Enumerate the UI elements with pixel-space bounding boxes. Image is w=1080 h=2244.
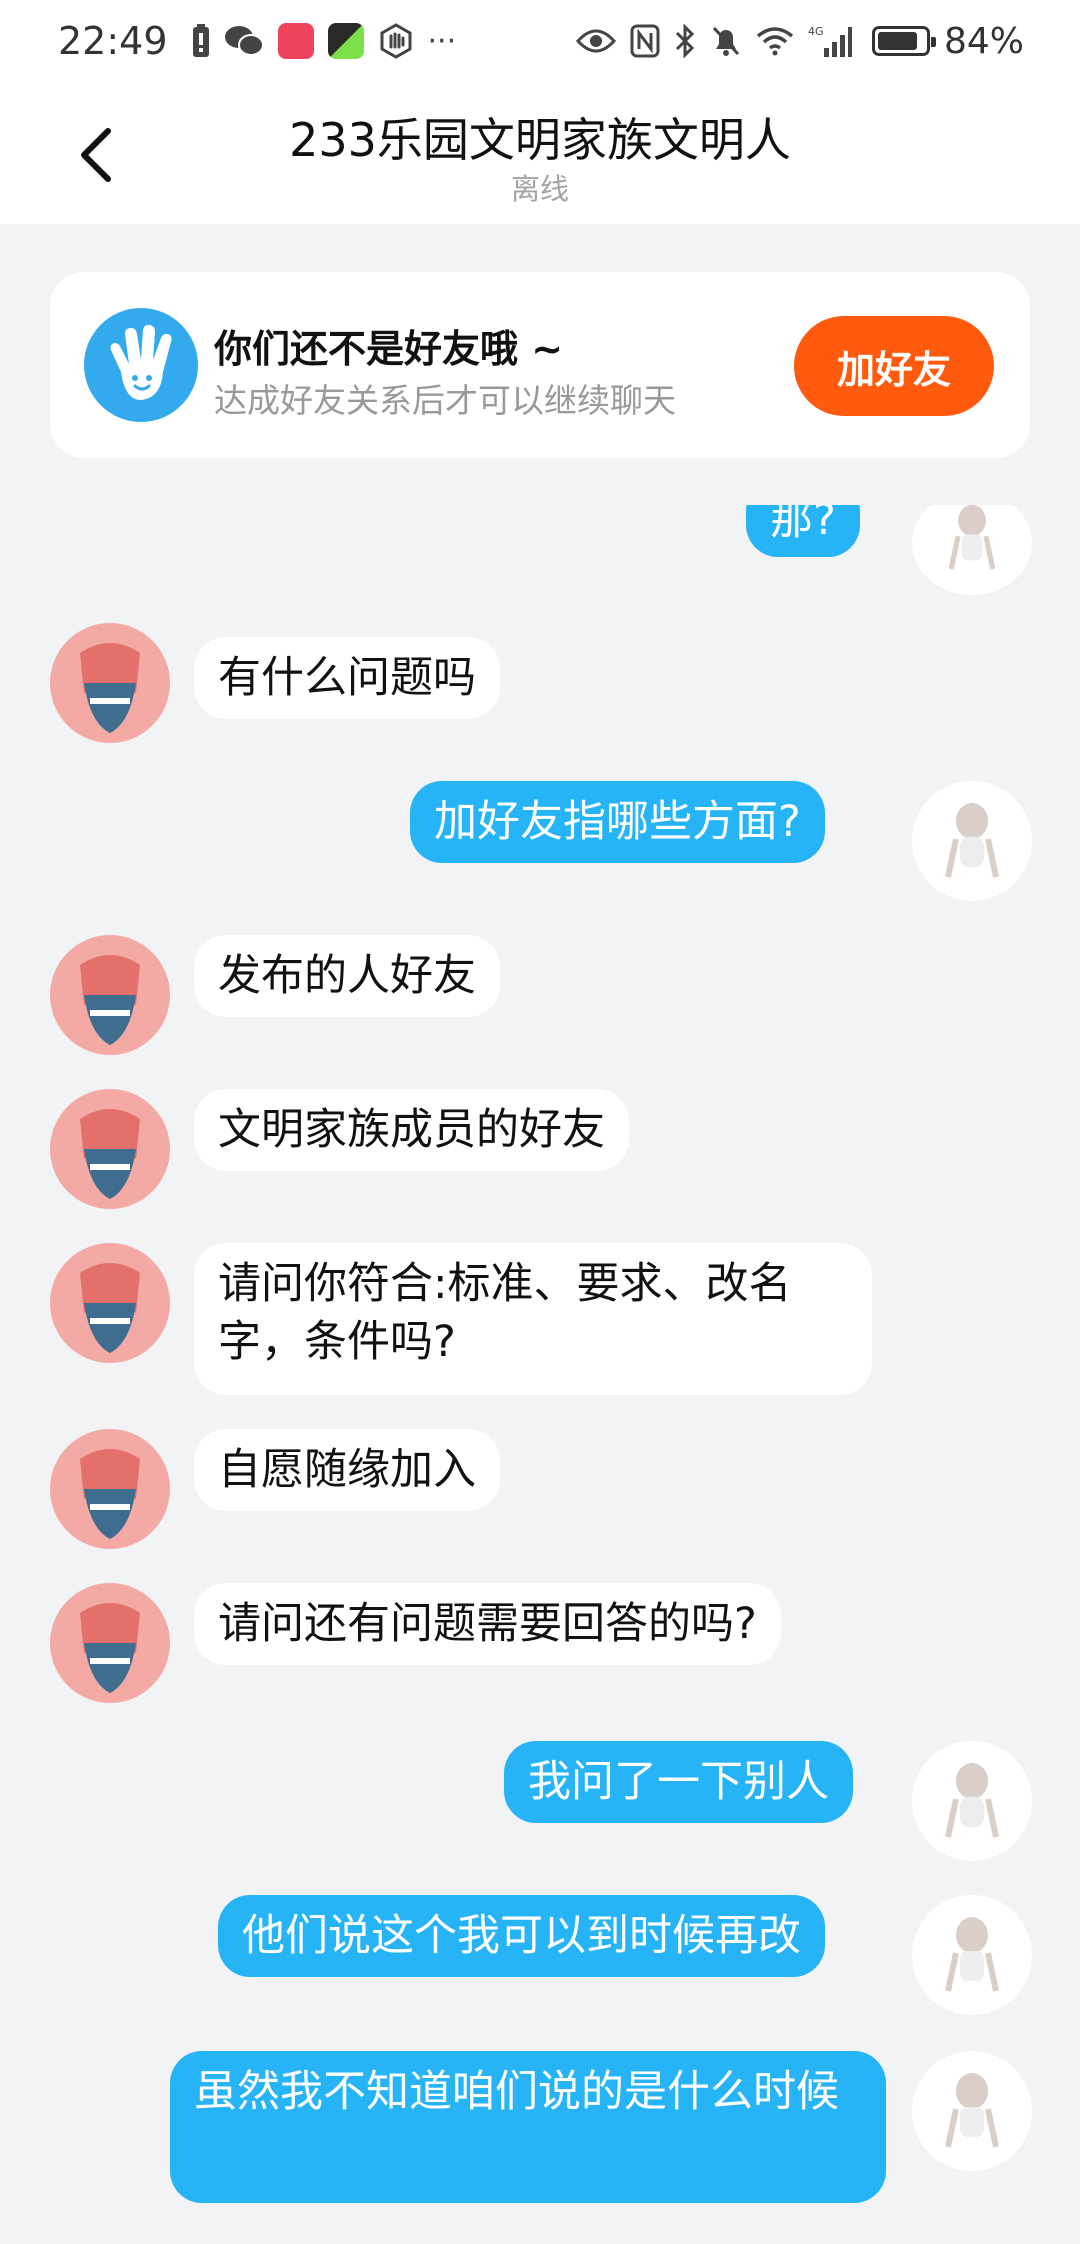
chat-title: 233乐园文明家族文明人 [289, 113, 791, 167]
wechat-icon [224, 24, 264, 58]
message-bubble-received[interactable]: 发布的人好友 [194, 935, 500, 1017]
battery-icon [871, 26, 936, 56]
online-status: 离线 [510, 172, 569, 206]
eye-comfort-icon [575, 27, 616, 55]
message-bubble-sent[interactable]: 那? [746, 505, 860, 557]
status-bar-left: 22:49 ··· [58, 19, 456, 63]
battery-saver-icon [192, 24, 210, 58]
not-friend-title: 你们还不是好友哦 ~ [214, 327, 564, 371]
contact-avatar[interactable] [50, 1243, 170, 1363]
contact-avatar[interactable] [50, 1089, 170, 1209]
mute-bell-icon [710, 24, 742, 58]
cellular-signal-icon: 4G [808, 24, 852, 58]
message-list[interactable]: 那? 有什么问题吗 加好友指哪些方面? 发布的人好友 文明家族成员的好友 请问你… [0, 505, 1080, 2244]
add-friend-button[interactable]: 加好友 [794, 316, 994, 416]
my-avatar[interactable] [912, 2051, 1032, 2171]
battery-fill [877, 32, 917, 50]
more-notifications-icon: ··· [427, 23, 457, 59]
contact-avatar[interactable] [50, 1429, 170, 1549]
message-bubble-received[interactable]: 请问你符合:标准、要求、改名字，条件吗? [194, 1243, 872, 1395]
my-avatar[interactable] [912, 1741, 1032, 1861]
huawei-mall-icon [277, 23, 314, 59]
not-friend-banner: 你们还不是好友哦 ~ 达成好友关系后才可以继续聊天 加好友 [50, 272, 1030, 458]
contact-avatar[interactable] [50, 623, 170, 743]
message-bubble-sent[interactable]: 我问了一下别人 [504, 1741, 853, 1823]
battery-percent: 84% [943, 20, 1024, 62]
hand-wave-icon [84, 308, 198, 422]
contact-avatar[interactable] [50, 1583, 170, 1703]
bluetooth-icon [674, 24, 696, 58]
message-bubble-sent[interactable]: 加好友指哪些方面? [410, 781, 825, 863]
status-time: 22:49 [58, 19, 168, 63]
network-type-label: 4G [808, 25, 824, 38]
status-bar: 22:49 ··· 4G 84% [0, 0, 1080, 82]
message-bubble-received[interactable]: 有什么问题吗 [194, 637, 500, 719]
message-bubble-received[interactable]: 文明家族成员的好友 [194, 1089, 629, 1171]
message-bubble-received[interactable]: 自愿随缘加入 [194, 1429, 500, 1511]
not-friend-description: 达成好友关系后才可以继续聊天 [214, 381, 676, 420]
status-bar-right: 4G 84% [575, 20, 1024, 62]
chat-header: 233乐园文明家族文明人 离线 [0, 82, 1080, 224]
wifi-icon [756, 26, 794, 56]
message-bubble-received[interactable]: 请问还有问题需要回答的吗? [194, 1583, 781, 1665]
my-avatar[interactable] [912, 505, 1032, 595]
contact-avatar[interactable] [50, 935, 170, 1055]
my-avatar[interactable] [912, 781, 1032, 901]
my-avatar[interactable] [912, 1895, 1032, 2015]
game-app-icon [327, 23, 364, 59]
message-bubble-sent[interactable]: 虽然我不知道咱们说的是什么时候 [170, 2051, 886, 2203]
hand-app-icon [378, 23, 414, 59]
nfc-icon [630, 24, 660, 58]
message-bubble-sent[interactable]: 他们说这个我可以到时候再改 [218, 1895, 825, 1977]
